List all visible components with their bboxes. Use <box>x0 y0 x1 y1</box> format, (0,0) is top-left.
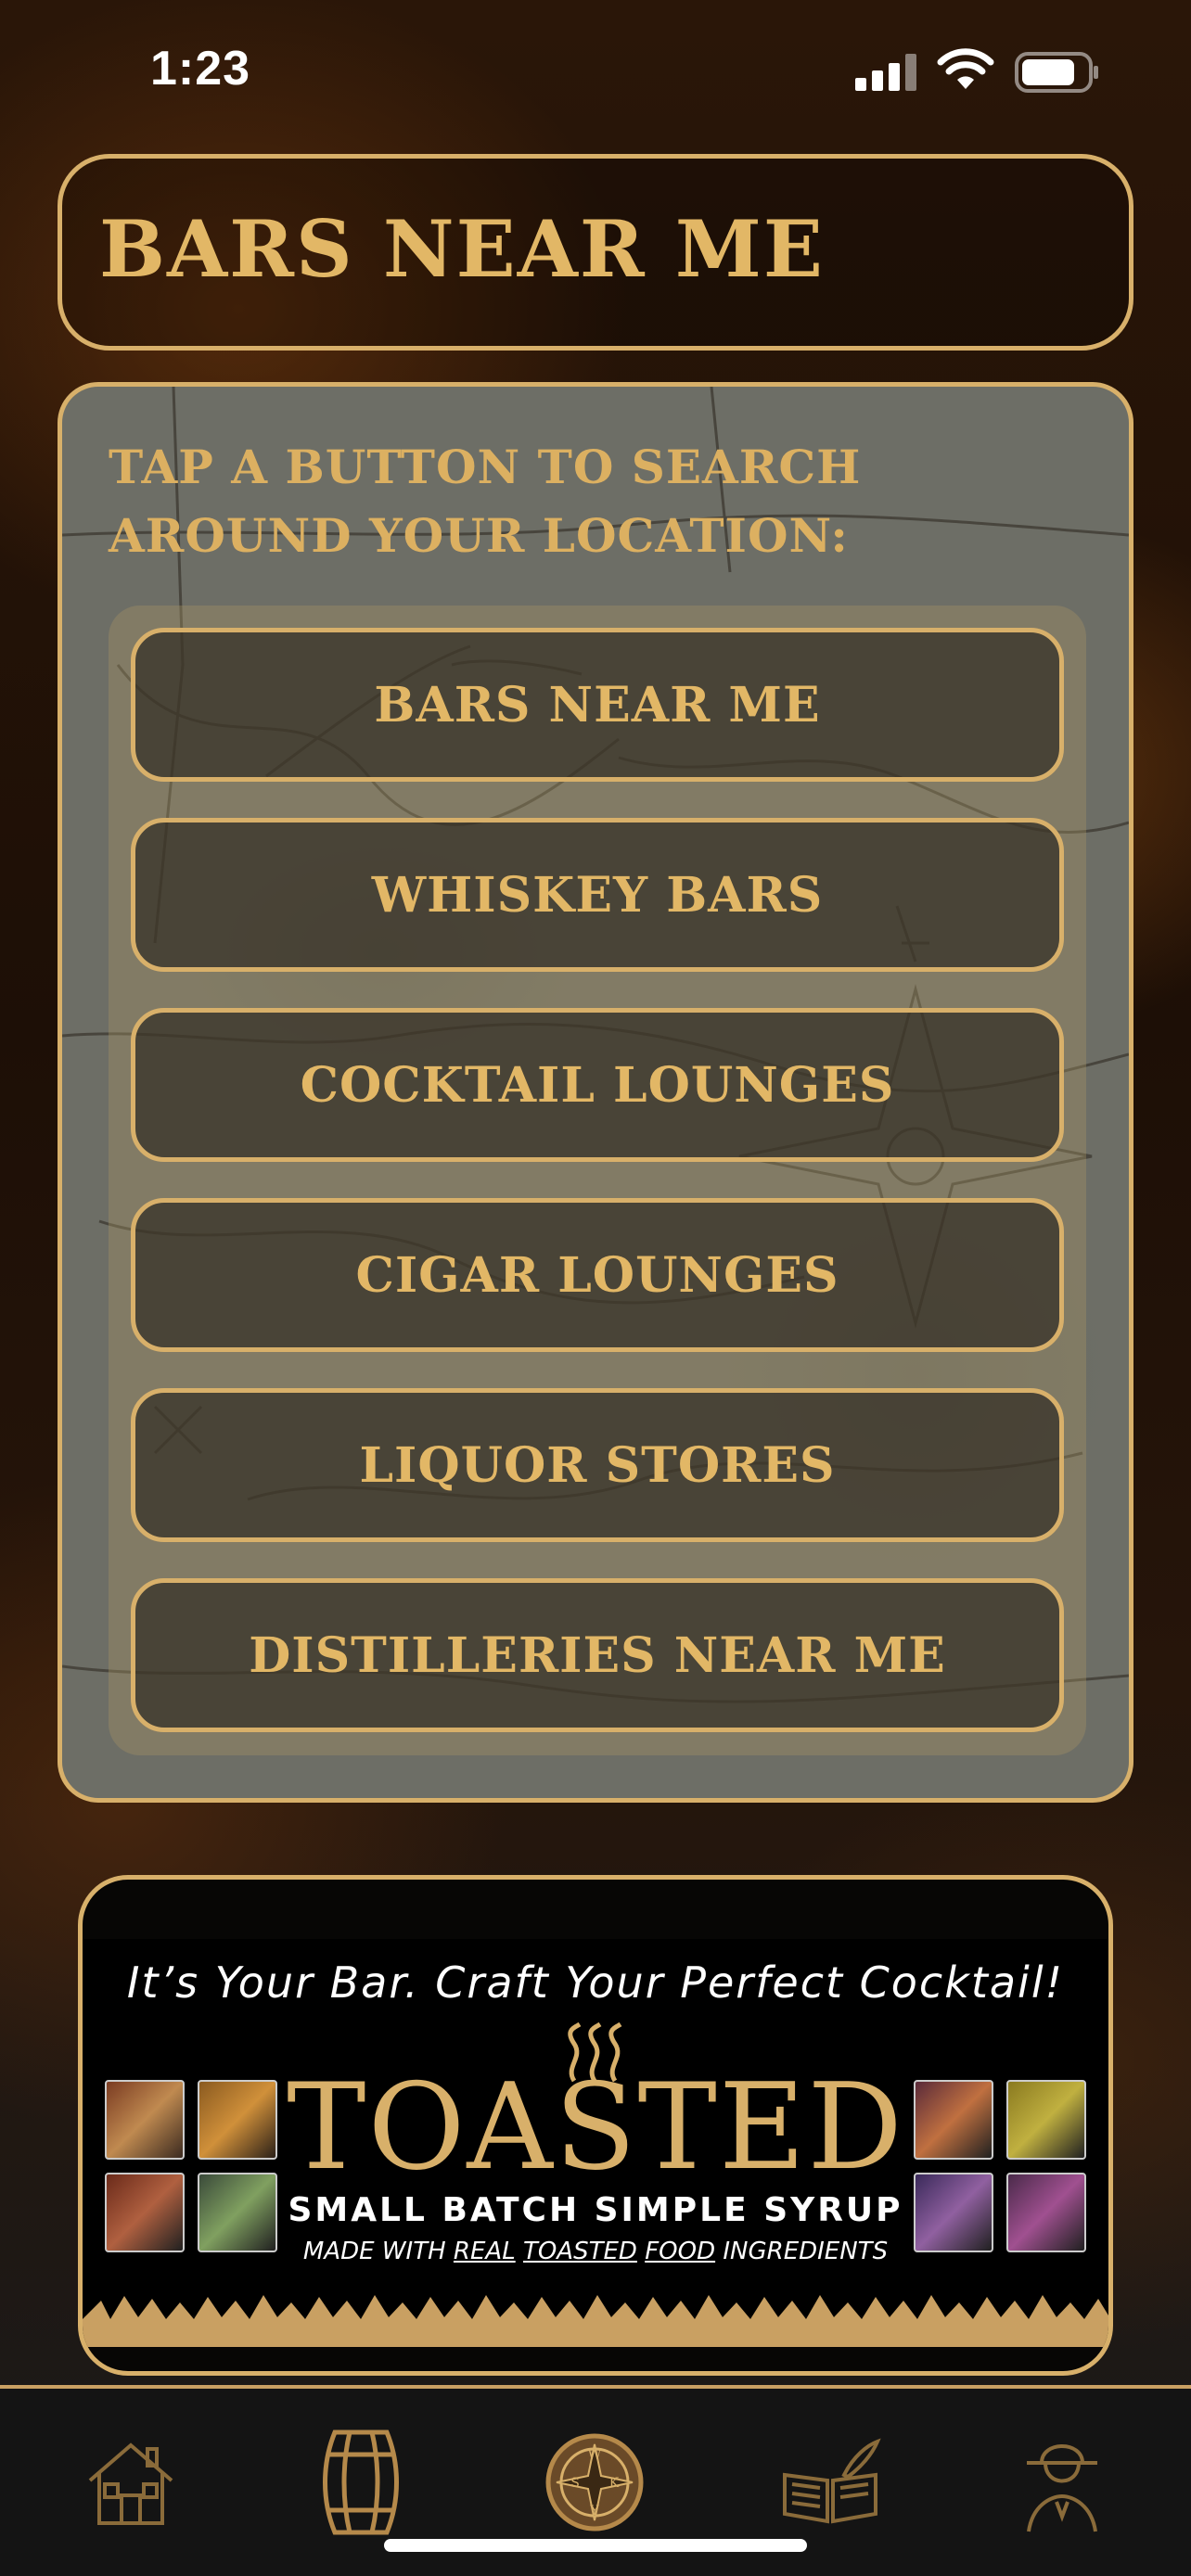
tab-home[interactable] <box>80 2431 182 2533</box>
cocktail-lounges-button[interactable]: COCKTAIL LOUNGES <box>131 1008 1064 1162</box>
barrel-icon <box>323 2429 399 2535</box>
ad-image[interactable]: It’s Your Bar. Craft Your Perfect Cockta… <box>83 1939 1108 2347</box>
ad-banner[interactable]: It’s Your Bar. Craft Your Perfect Cockta… <box>78 1875 1113 2376</box>
svg-text:Y: Y <box>589 2504 599 2519</box>
tab-journal[interactable] <box>779 2431 881 2533</box>
ad-detail-suffix: INGREDIENTS <box>715 2238 889 2265</box>
svg-text:W: W <box>588 2448 602 2463</box>
ad-tagline: It’s Your Bar. Craft Your Perfect Cockta… <box>126 1958 1065 2008</box>
tab-barrel[interactable] <box>310 2429 412 2535</box>
tab-home-badge[interactable]: W S K Y <box>544 2431 646 2533</box>
book-quill-icon <box>783 2438 881 2524</box>
whiskey-bars-button[interactable]: WHISKEY BARS <box>131 818 1064 972</box>
ad-detail-food: FOOD <box>645 2238 716 2265</box>
home-indicator[interactable] <box>384 2539 807 2552</box>
house-icon <box>88 2442 173 2525</box>
status-time: 1:23 <box>150 42 251 96</box>
status-bar: 1:23 <box>0 0 1191 139</box>
detective-icon <box>1027 2444 1097 2532</box>
page-title: BARS NEAR ME <box>99 203 825 295</box>
cigar-lounges-button[interactable]: CIGAR LOUNGES <box>131 1198 1064 1352</box>
svg-text:S: S <box>570 2476 580 2491</box>
svg-text:K: K <box>609 2476 620 2491</box>
ad-detail: MADE WITH REAL TOASTED FOOD INGREDIENTS <box>83 2238 1108 2265</box>
button-tray: BARS NEAR ME WHISKEY BARS COCKTAIL LOUNG… <box>109 606 1086 1755</box>
header-box: BARS NEAR ME <box>58 154 1133 351</box>
compass-badge-icon: W S K Y <box>545 2433 644 2531</box>
ad-detail-prefix: MADE WITH <box>302 2238 454 2265</box>
ad-brand: TOASTED <box>287 2059 904 2197</box>
ad-subtitle: SMALL BATCH SIMPLE SYRUP <box>288 2191 903 2229</box>
battery-icon <box>1015 52 1098 93</box>
map-panel: TAP A BUTTON TO SEARCH AROUND YOUR LOCAT… <box>58 382 1133 1803</box>
ad-detail-real: REAL <box>453 2238 516 2265</box>
liquor-stores-button[interactable]: LIQUOR STORES <box>131 1388 1064 1542</box>
distilleries-near-me-button[interactable]: DISTILLERIES NEAR ME <box>131 1578 1064 1732</box>
tab-profile[interactable] <box>1011 2431 1113 2533</box>
search-prompt: TAP A BUTTON TO SEARCH AROUND YOUR LOCAT… <box>109 440 862 563</box>
flames-decoration <box>83 2295 1108 2347</box>
signal-icon <box>855 52 920 91</box>
wifi-icon <box>937 48 994 89</box>
bars-near-me-button[interactable]: BARS NEAR ME <box>131 628 1064 782</box>
ad-detail-toasted: TOASTED <box>522 2238 637 2265</box>
